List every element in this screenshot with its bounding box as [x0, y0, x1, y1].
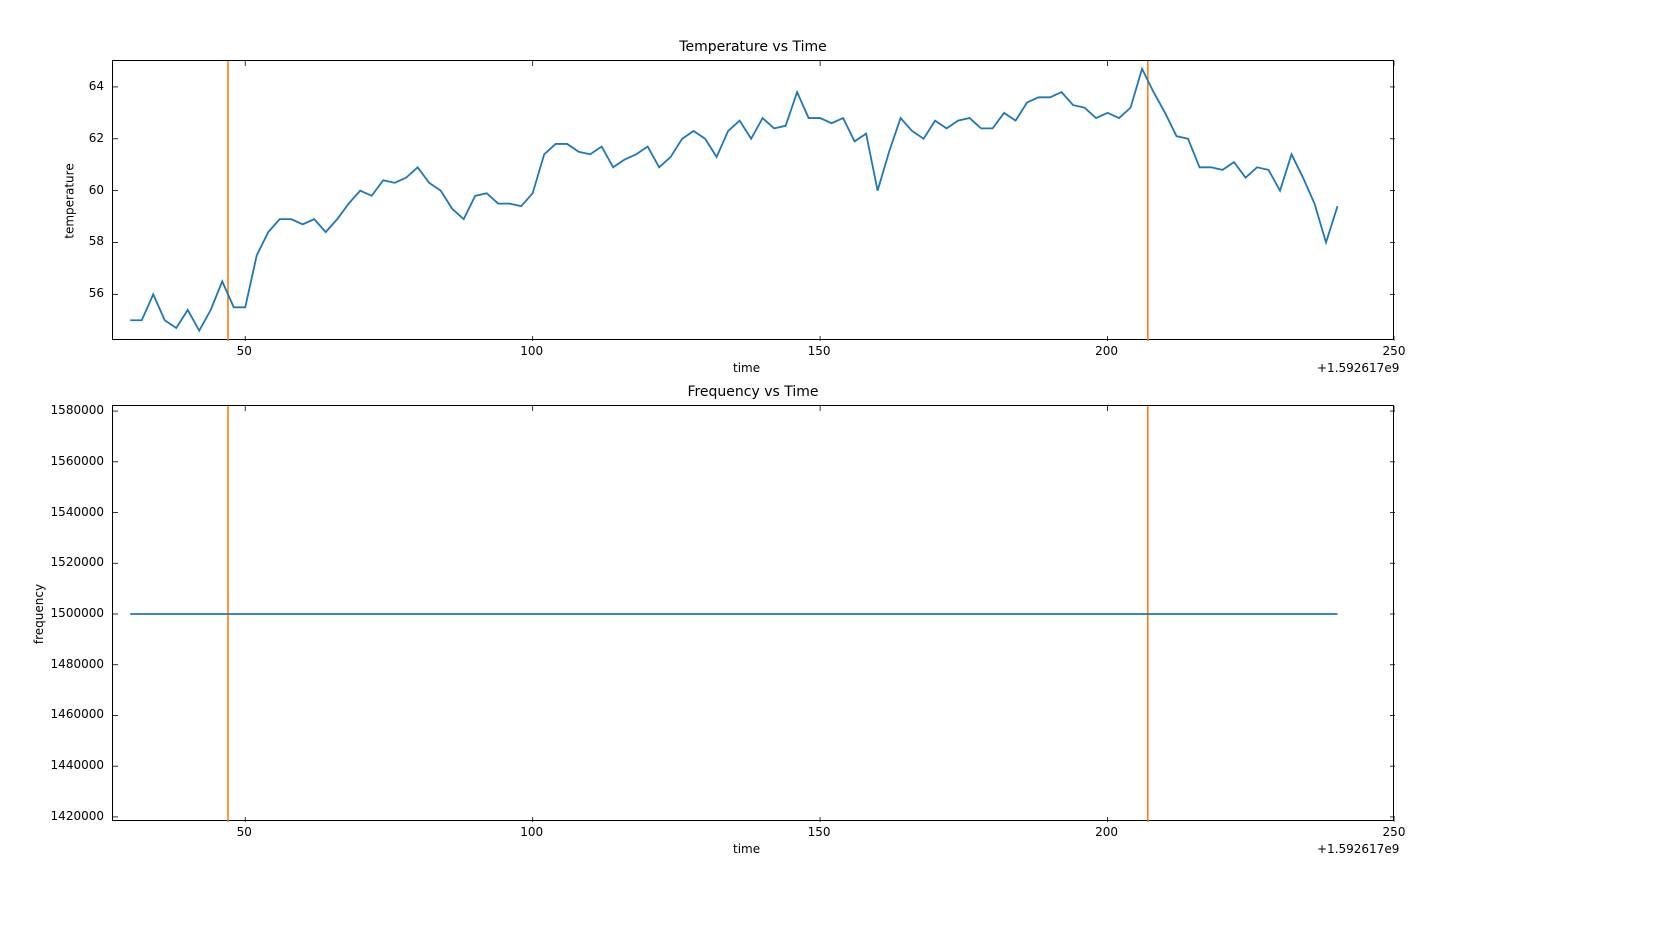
xtick-label: 100 [520, 825, 543, 839]
x-offset-temperature: +1.592617e9 [1317, 361, 1399, 375]
xtick-label: 200 [1095, 344, 1118, 358]
xtick-label: 150 [808, 825, 831, 839]
plot-area-temperature [112, 60, 1394, 340]
xtick-label: 250 [1383, 344, 1406, 358]
plot-svg-temperature [113, 61, 1395, 341]
data-line-temperature [130, 69, 1337, 331]
xtick-label: 50 [237, 344, 252, 358]
xtick-label: 50 [237, 825, 252, 839]
chart-title-temperature: Temperature vs Time [112, 39, 1394, 55]
x-offset-frequency: +1.592617e9 [1317, 842, 1399, 856]
xlabel-temperature: time [733, 361, 760, 375]
xtick-label: 200 [1095, 825, 1118, 839]
xtick-label: 250 [1383, 825, 1406, 839]
chart-title-frequency: Frequency vs Time [112, 384, 1394, 400]
ylabel-temperature: temperature [63, 163, 77, 238]
plot-svg-frequency [113, 406, 1395, 822]
figure: { "chart_data": [ { "type": "line", "tit… [0, 0, 1680, 930]
xlabel-frequency: time [733, 842, 760, 856]
plot-area-frequency [112, 405, 1394, 821]
xtick-label: 100 [520, 344, 543, 358]
ylabel-frequency: frequency [32, 584, 46, 644]
xtick-label: 150 [808, 344, 831, 358]
